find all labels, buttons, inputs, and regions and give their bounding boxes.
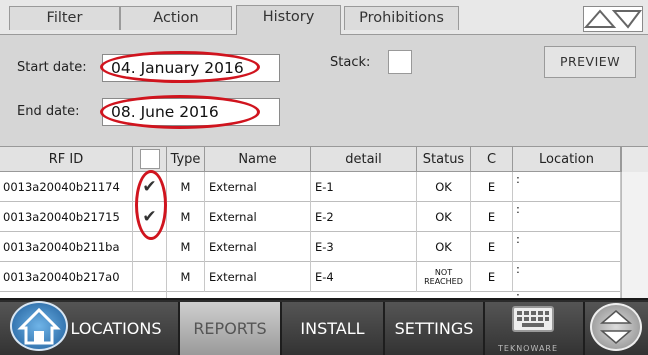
location-cell: : [513,202,621,232]
c-cell: E [471,202,513,232]
nav-reports[interactable]: REPORTS [180,302,282,355]
scroll-corner [621,147,648,172]
col-type[interactable]: Type [167,147,205,172]
status-line1: NOT [434,268,453,277]
table-row[interactable]: 0013a20040b217a0 M External E-4 NOT REAC… [0,262,621,292]
home-button[interactable] [10,301,68,351]
table-row[interactable]: 0013a20040b21174 ✔ M External E-1 OK E : [0,172,621,202]
detail-cell: E-1 [311,172,417,202]
col-status[interactable]: Status [417,147,471,172]
keyboard-icon [512,306,554,332]
c-cell: E [471,262,513,292]
location-cell: : [513,172,621,202]
table-row[interactable]: 0013a20040b21715 ✔ M External E-2 OK E : [0,202,621,232]
rfid-cell: 0013a20040b21174 [0,172,133,202]
row-checkbox[interactable]: ✔ [133,202,167,232]
row-checkbox[interactable]: ✔ [133,172,167,202]
history-table: RF ID Type Name detail Status C Location… [0,146,648,298]
end-date-label: End date: [17,104,80,119]
detail-cell: E-3 [311,232,417,262]
tab-filter[interactable]: Filter [9,6,120,30]
detail-cell: E-2 [311,202,417,232]
end-date-field[interactable]: 08. June 2016 [102,98,280,126]
table-scrollbar[interactable] [621,172,648,298]
preview-button[interactable]: PREVIEW [544,46,636,78]
name-cell: External [205,202,311,232]
col-select[interactable] [133,147,167,172]
location-cell: : [513,232,621,262]
type-cell: M [167,202,205,232]
rfid-cell: 0013a20040b211ba [0,232,133,262]
col-name[interactable]: Name [205,147,311,172]
col-detail[interactable]: detail [311,147,417,172]
tab-prohibitions[interactable]: Prohibitions [344,6,459,30]
c-cell: E [471,232,513,262]
select-all-checkbox[interactable] [140,149,160,169]
start-date-label: Start date: [17,60,87,75]
type-cell: M [167,172,205,202]
rfid-cell: 0013a20040b21715 [0,202,133,232]
tab-scroll-arrows[interactable] [583,6,643,32]
c-cell: E [471,172,513,202]
tab-history[interactable]: History [236,5,341,35]
stack-checkbox[interactable] [388,50,412,74]
col-c[interactable]: C [471,147,513,172]
name-cell: External [205,262,311,292]
rfid-cell: 0013a20040b217a0 [0,262,133,292]
detail-cell: E-4 [311,262,417,292]
location-cell: : [513,262,621,292]
stack-label: Stack: [330,55,371,70]
start-date-field[interactable]: 04. January 2016 [102,54,280,82]
status-cell: OK [417,202,471,232]
col-rfid[interactable]: RF ID [0,147,133,172]
nav-settings[interactable]: SETTINGS [385,302,485,355]
status-cell: OK [417,232,471,262]
type-cell: M [167,232,205,262]
row-checkbox[interactable] [133,262,167,292]
table-row[interactable]: 0013a20040b211ba M External E-3 OK E : [0,232,621,262]
teknoware-logo: TEKNOWARE [498,344,559,353]
nav-install[interactable]: INSTALL [282,302,385,355]
row-checkbox[interactable] [133,232,167,262]
status-cell: OK [417,172,471,202]
name-cell: External [205,172,311,202]
tab-bar: Filter Action History Prohibitions [0,0,648,35]
scroll-updown-button[interactable] [590,303,642,351]
up-down-arrows-icon [583,9,642,29]
name-cell: External [205,232,311,262]
history-screen: Filter Action History Prohibitions Start… [0,0,648,355]
up-down-icon [599,310,633,344]
home-icon [17,307,61,345]
status-cell: NOT REACHED [417,262,471,292]
col-location[interactable]: Location [513,147,621,172]
type-cell: M [167,262,205,292]
table-header: RF ID Type Name detail Status C Location [0,146,648,172]
tab-action[interactable]: Action [120,6,232,30]
status-line2: REACHED [424,277,463,286]
